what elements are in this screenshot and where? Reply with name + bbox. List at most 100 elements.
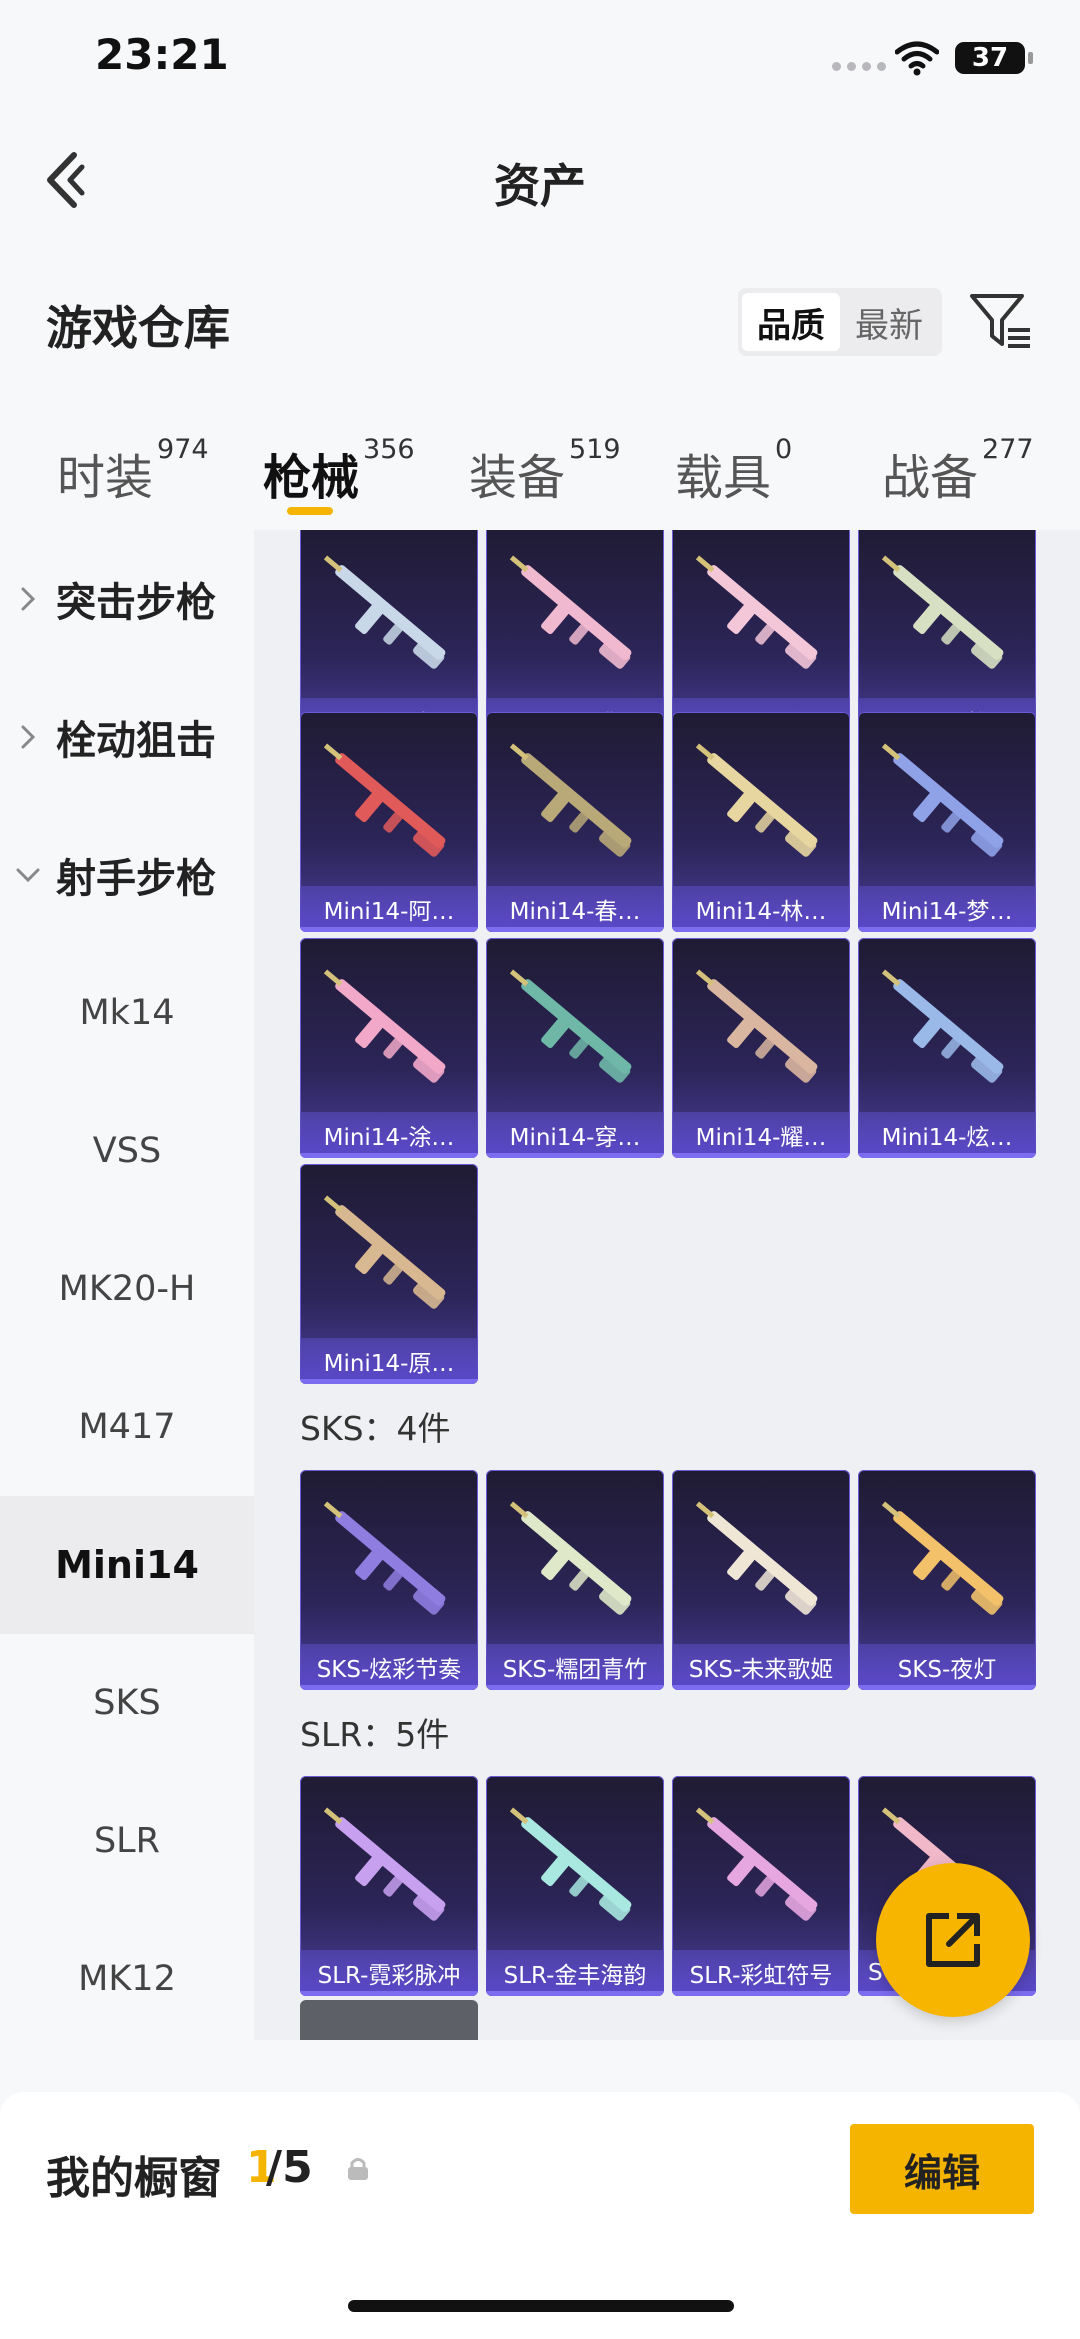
rifle-icon bbox=[672, 530, 850, 704]
tab-label: 载具 bbox=[675, 450, 772, 506]
item-name: Mini14-梦… bbox=[858, 886, 1036, 932]
rifle-icon bbox=[858, 530, 1036, 704]
tab-combat-gear[interactable]: 战备277 bbox=[882, 434, 1034, 508]
sidebar-item-mk14[interactable]: Mk14 bbox=[0, 944, 254, 1082]
item-name: SKS-炫彩节奏 bbox=[300, 1644, 478, 1690]
item-card[interactable]: Mini14-林… bbox=[672, 712, 850, 932]
chevron-down-icon bbox=[0, 866, 56, 884]
item-name: SKS-糯团青竹 bbox=[486, 1644, 664, 1690]
share-out-button[interactable] bbox=[876, 1863, 1030, 2017]
rifle-icon bbox=[300, 712, 478, 892]
item-name: Mini14-春… bbox=[486, 886, 664, 932]
rifle-icon bbox=[300, 1776, 478, 1956]
status-bar: 23:21 37 bbox=[0, 0, 1080, 120]
item-card[interactable]: Mini14-穿… bbox=[486, 938, 664, 1158]
tab-label: 时装 bbox=[57, 450, 154, 506]
tab-firearms[interactable]: 枪械356 bbox=[263, 434, 415, 508]
tab-label: 装备 bbox=[469, 450, 566, 506]
sort-toggle: 品质 最新 bbox=[738, 288, 942, 356]
sidebar-item-vss[interactable]: VSS bbox=[0, 1082, 254, 1220]
page-title: 资产 bbox=[494, 159, 586, 213]
item-card[interactable]: SKS-糯团青竹 bbox=[486, 1470, 664, 1690]
item-name: Mini14-炫… bbox=[858, 1112, 1036, 1158]
tab-fashion[interactable]: 时装974 bbox=[57, 434, 209, 508]
item-card[interactable]: SLR-霓彩脉冲 bbox=[300, 1776, 478, 1996]
item-card[interactable] bbox=[300, 2000, 478, 2040]
tab-label: 战备 bbox=[882, 450, 979, 506]
edit-button[interactable]: 编辑 bbox=[850, 2124, 1034, 2214]
tab-active-indicator bbox=[287, 507, 333, 515]
sidebar-category-bolt-sniper[interactable]: 栓动狙击 bbox=[0, 668, 254, 806]
item-card[interactable]: SKS-夜灯 bbox=[858, 1470, 1036, 1690]
item-name: SLR-金丰海韵 bbox=[486, 1950, 664, 1996]
tab-vehicles[interactable]: 载具0 bbox=[675, 434, 792, 508]
item-card[interactable]: SLR-彩虹符号 bbox=[672, 1776, 850, 1996]
item-name: Mini14-林… bbox=[672, 886, 850, 932]
filter-icon[interactable] bbox=[968, 290, 1034, 354]
status-time: 23:21 bbox=[95, 30, 229, 79]
share-out-icon bbox=[926, 1913, 980, 1967]
item-card[interactable]: Mini14-涂… bbox=[300, 938, 478, 1158]
item-card[interactable]: SKS-未来歌姬 bbox=[672, 1470, 850, 1690]
chevron-right-icon bbox=[0, 586, 56, 612]
sort-newest-button[interactable]: 最新 bbox=[840, 293, 938, 351]
showcase-total: /5 bbox=[266, 2142, 313, 2193]
sidebar: 突击步枪 栓动狙击 射手步枪 Mk14 VSS MK20-H M417 Mini… bbox=[0, 530, 254, 2040]
item-card[interactable]: Mini14-原… bbox=[300, 1164, 478, 1384]
item-name: SKS-未来歌姬 bbox=[672, 1644, 850, 1690]
sidebar-category-label: 栓动狙击 bbox=[56, 718, 216, 764]
item-card[interactable]: Mini14-炫… bbox=[858, 938, 1036, 1158]
sidebar-category-label: 突击步枪 bbox=[56, 580, 216, 626]
rifle-icon bbox=[486, 938, 664, 1118]
rifle-icon bbox=[672, 938, 850, 1118]
sidebar-item-mini14[interactable]: Mini14 bbox=[0, 1496, 254, 1634]
battery-indicator: 37 bbox=[955, 42, 1025, 74]
sidebar-item-sks[interactable]: SKS bbox=[0, 1634, 254, 1772]
item-card[interactable]: SKS-炫彩节奏 bbox=[300, 1470, 478, 1690]
rifle-icon bbox=[300, 1164, 478, 1344]
sidebar-category-assault-rifle[interactable]: 突击步枪 bbox=[0, 530, 254, 668]
section-title: 游戏仓库 bbox=[46, 301, 230, 355]
rifle-icon bbox=[300, 530, 478, 704]
tab-label: 枪械 bbox=[263, 450, 360, 506]
sidebar-item-slr[interactable]: SLR bbox=[0, 1772, 254, 1910]
item-name: Mini14-原… bbox=[300, 1338, 478, 1384]
sidebar-item-mk12[interactable]: MK12 bbox=[0, 1910, 254, 2048]
tab-count: 356 bbox=[363, 434, 415, 465]
lock-icon bbox=[348, 2158, 368, 2180]
item-name: SLR-彩虹符号 bbox=[672, 1950, 850, 1996]
item-card[interactable]: Mini14-春… bbox=[486, 712, 664, 932]
chevron-right-icon bbox=[0, 724, 56, 750]
rifle-icon bbox=[672, 1776, 850, 1956]
battery-cap bbox=[1028, 52, 1033, 64]
tab-equipment[interactable]: 装备519 bbox=[469, 434, 621, 508]
rifle-icon bbox=[672, 1470, 850, 1650]
rifle-icon bbox=[486, 712, 664, 892]
rifle-icon bbox=[486, 1470, 664, 1650]
rifle-icon bbox=[486, 530, 664, 704]
item-name: SKS-夜灯 bbox=[858, 1644, 1036, 1690]
sidebar-category-marksman-rifle[interactable]: 射手步枪 bbox=[0, 806, 254, 944]
wifi-icon bbox=[895, 41, 939, 76]
signal-icon bbox=[832, 62, 886, 71]
rifle-icon bbox=[858, 712, 1036, 892]
showcase-label: 我的橱窗 bbox=[46, 2153, 222, 2204]
item-card[interactable]: SLR-金丰海韵 bbox=[486, 1776, 664, 1996]
group-title-sks: SKS：4件 bbox=[300, 1409, 451, 1448]
sort-quality-button[interactable]: 品质 bbox=[742, 293, 840, 351]
tab-count: 974 bbox=[157, 434, 209, 465]
sidebar-category-label: 射手步枪 bbox=[56, 856, 216, 902]
item-card[interactable]: Mini14-梦… bbox=[858, 712, 1036, 932]
tab-count: 0 bbox=[775, 434, 793, 465]
item-card[interactable]: Mini14-耀… bbox=[672, 938, 850, 1158]
rifle-icon bbox=[858, 1470, 1036, 1650]
item-name: Mini14-穿… bbox=[486, 1112, 664, 1158]
item-name: Mini14-涂… bbox=[300, 1112, 478, 1158]
sidebar-item-m417[interactable]: M417 bbox=[0, 1358, 254, 1496]
rifle-icon bbox=[300, 1470, 478, 1650]
tab-count: 519 bbox=[569, 434, 621, 465]
tab-count: 277 bbox=[982, 434, 1034, 465]
item-card[interactable]: Mini14-阿… bbox=[300, 712, 478, 932]
sidebar-item-mk20h[interactable]: MK20-H bbox=[0, 1220, 254, 1358]
group-title-slr: SLR：5件 bbox=[300, 1715, 450, 1754]
